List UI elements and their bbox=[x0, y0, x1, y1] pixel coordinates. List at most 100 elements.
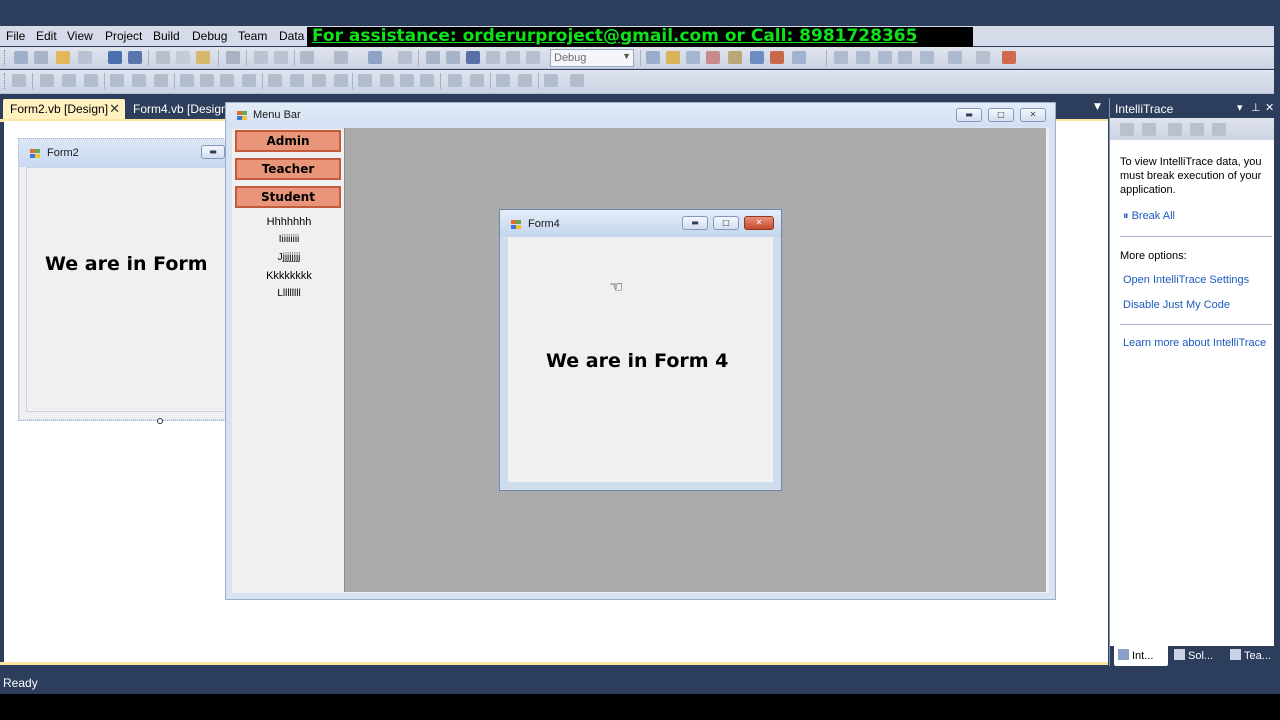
toolbar-options-icon[interactable] bbox=[570, 74, 584, 87]
align-to-grid-icon[interactable] bbox=[12, 74, 26, 87]
submenu-item[interactable]: Kkkkkkkk bbox=[234, 270, 344, 282]
menu-view[interactable]: View bbox=[67, 29, 93, 43]
horizontal-spacing-icon[interactable] bbox=[290, 74, 304, 87]
break-all-link[interactable]: ⏸ Break All bbox=[1123, 210, 1175, 223]
menu-file[interactable]: File bbox=[6, 29, 25, 43]
close-icon[interactable]: ✕ bbox=[744, 216, 774, 230]
menu-build[interactable]: Build bbox=[153, 29, 180, 43]
navigate-forward-icon[interactable] bbox=[398, 51, 412, 64]
align-rights-icon[interactable] bbox=[84, 74, 98, 87]
start-page-icon[interactable] bbox=[750, 51, 764, 64]
add-item-icon[interactable] bbox=[34, 51, 48, 64]
extension-manager-icon[interactable] bbox=[770, 51, 784, 64]
vertical-spacing-icon[interactable] bbox=[420, 74, 434, 87]
menu-debug[interactable]: Debug bbox=[192, 29, 227, 43]
toolbar-icon[interactable] bbox=[948, 51, 962, 64]
submenu-item[interactable]: Lllllllll bbox=[234, 288, 344, 299]
align-bottoms-icon[interactable] bbox=[154, 74, 168, 87]
redo-icon[interactable] bbox=[334, 51, 348, 64]
cut-icon[interactable] bbox=[156, 51, 170, 64]
tab-team-explorer[interactable]: Tea... bbox=[1226, 646, 1278, 666]
properties-icon[interactable] bbox=[686, 51, 700, 64]
toolbar-icon[interactable] bbox=[856, 51, 870, 64]
minimize-icon[interactable]: ▬ bbox=[956, 108, 982, 122]
vertical-spacing-icon[interactable] bbox=[380, 74, 394, 87]
calls-view-icon[interactable] bbox=[1142, 123, 1156, 136]
save-all-icon[interactable] bbox=[128, 51, 142, 64]
toolbar-icon[interactable] bbox=[834, 51, 848, 64]
paste-icon[interactable] bbox=[196, 51, 210, 64]
minimize-icon[interactable]: ▬ bbox=[682, 216, 708, 230]
stop-debugging-icon[interactable] bbox=[466, 51, 480, 64]
resize-handle[interactable] bbox=[157, 418, 163, 424]
align-middles-icon[interactable] bbox=[132, 74, 146, 87]
form4-titlebar[interactable]: Form4 ▬ □ ✕ bbox=[500, 210, 781, 237]
navigate-backward-icon[interactable] bbox=[368, 51, 382, 64]
horizontal-spacing-icon[interactable] bbox=[312, 74, 326, 87]
send-to-back-icon[interactable] bbox=[518, 74, 532, 87]
toolbar-icon[interactable] bbox=[920, 51, 934, 64]
solution-explorer-icon[interactable] bbox=[666, 51, 680, 64]
copy-icon[interactable] bbox=[176, 51, 190, 64]
open-folder-icon[interactable] bbox=[56, 51, 70, 64]
horizontal-spacing-icon[interactable] bbox=[268, 74, 282, 87]
close-icon[interactable]: ✕ bbox=[1265, 101, 1274, 114]
close-icon[interactable]: ✕ bbox=[109, 101, 120, 117]
tab-form4-design[interactable]: Form4.vb [Design] bbox=[126, 99, 237, 120]
menu-data[interactable]: Data bbox=[279, 29, 304, 43]
submenu-item[interactable]: Jjjjjjjjj bbox=[234, 252, 344, 263]
align-tops-icon[interactable] bbox=[110, 74, 124, 87]
make-same-width-icon[interactable] bbox=[180, 74, 194, 87]
form2-client-area[interactable] bbox=[26, 167, 257, 412]
center-vertically-icon[interactable] bbox=[470, 74, 484, 87]
align-lefts-icon[interactable] bbox=[40, 74, 54, 87]
vertical-spacing-icon[interactable] bbox=[358, 74, 372, 87]
make-same-height-icon[interactable] bbox=[200, 74, 214, 87]
tab-form2-design[interactable]: Form2.vb [Design] ✕ bbox=[3, 99, 125, 120]
step-into-icon[interactable] bbox=[486, 51, 500, 64]
comment-icon[interactable] bbox=[254, 51, 268, 64]
vertical-spacing-icon[interactable] bbox=[400, 74, 414, 87]
toolbar-grip[interactable] bbox=[4, 73, 7, 89]
tab-intellitrace[interactable]: Int... bbox=[1114, 646, 1168, 666]
open-file-icon[interactable] bbox=[78, 51, 92, 64]
align-centers-icon[interactable] bbox=[62, 74, 76, 87]
refresh-icon[interactable] bbox=[1190, 123, 1204, 136]
minimize-icon[interactable]: ▬ bbox=[201, 145, 225, 159]
toolbar-icon[interactable] bbox=[1002, 51, 1016, 64]
intellitrace-header[interactable]: IntelliTrace ▾ ⊥ ✕ bbox=[1110, 98, 1278, 118]
make-same-size-icon[interactable] bbox=[220, 74, 234, 87]
uncomment-icon[interactable] bbox=[274, 51, 288, 64]
object-browser-icon[interactable] bbox=[706, 51, 720, 64]
size-to-grid-icon[interactable] bbox=[242, 74, 256, 87]
close-icon[interactable]: ✕ bbox=[1020, 108, 1046, 122]
pin-icon[interactable]: ⊥ bbox=[1251, 101, 1261, 114]
settings-icon[interactable] bbox=[1168, 123, 1182, 136]
maximize-icon[interactable]: □ bbox=[988, 108, 1014, 122]
tab-order-icon[interactable] bbox=[544, 74, 558, 87]
window-position-icon[interactable]: ▾ bbox=[1237, 101, 1243, 114]
start-debugging-icon[interactable] bbox=[426, 51, 440, 64]
disable-just-my-code-link[interactable]: Disable Just My Code bbox=[1123, 299, 1230, 311]
solution-configuration-dropdown[interactable]: Debug ▼ bbox=[550, 49, 634, 67]
toolbar-icon[interactable] bbox=[976, 51, 990, 64]
toolbar-icon[interactable] bbox=[878, 51, 892, 64]
break-all-icon[interactable] bbox=[446, 51, 460, 64]
new-project-icon[interactable] bbox=[14, 51, 28, 64]
toolbar-grip[interactable] bbox=[4, 50, 7, 66]
open-log-icon[interactable] bbox=[1212, 123, 1226, 136]
command-window-icon[interactable] bbox=[792, 51, 806, 64]
submenu-item[interactable]: Hhhhhhh bbox=[234, 216, 344, 228]
menu-bar-titlebar[interactable]: Menu Bar ▬ □ ✕ bbox=[226, 103, 1055, 127]
toolbar-icon[interactable] bbox=[898, 51, 912, 64]
menu-project[interactable]: Project bbox=[105, 29, 142, 43]
tab-overflow-chevron-icon[interactable]: ▼ bbox=[1094, 102, 1101, 112]
student-button[interactable]: Student bbox=[235, 186, 341, 208]
save-icon[interactable] bbox=[108, 51, 122, 64]
menu-edit[interactable]: Edit bbox=[36, 29, 57, 43]
learn-more-link[interactable]: Learn more about IntelliTrace bbox=[1123, 337, 1266, 349]
find-icon[interactable] bbox=[226, 51, 240, 64]
toolbox-icon[interactable] bbox=[728, 51, 742, 64]
step-out-icon[interactable] bbox=[526, 51, 540, 64]
teacher-button[interactable]: Teacher bbox=[235, 158, 341, 180]
